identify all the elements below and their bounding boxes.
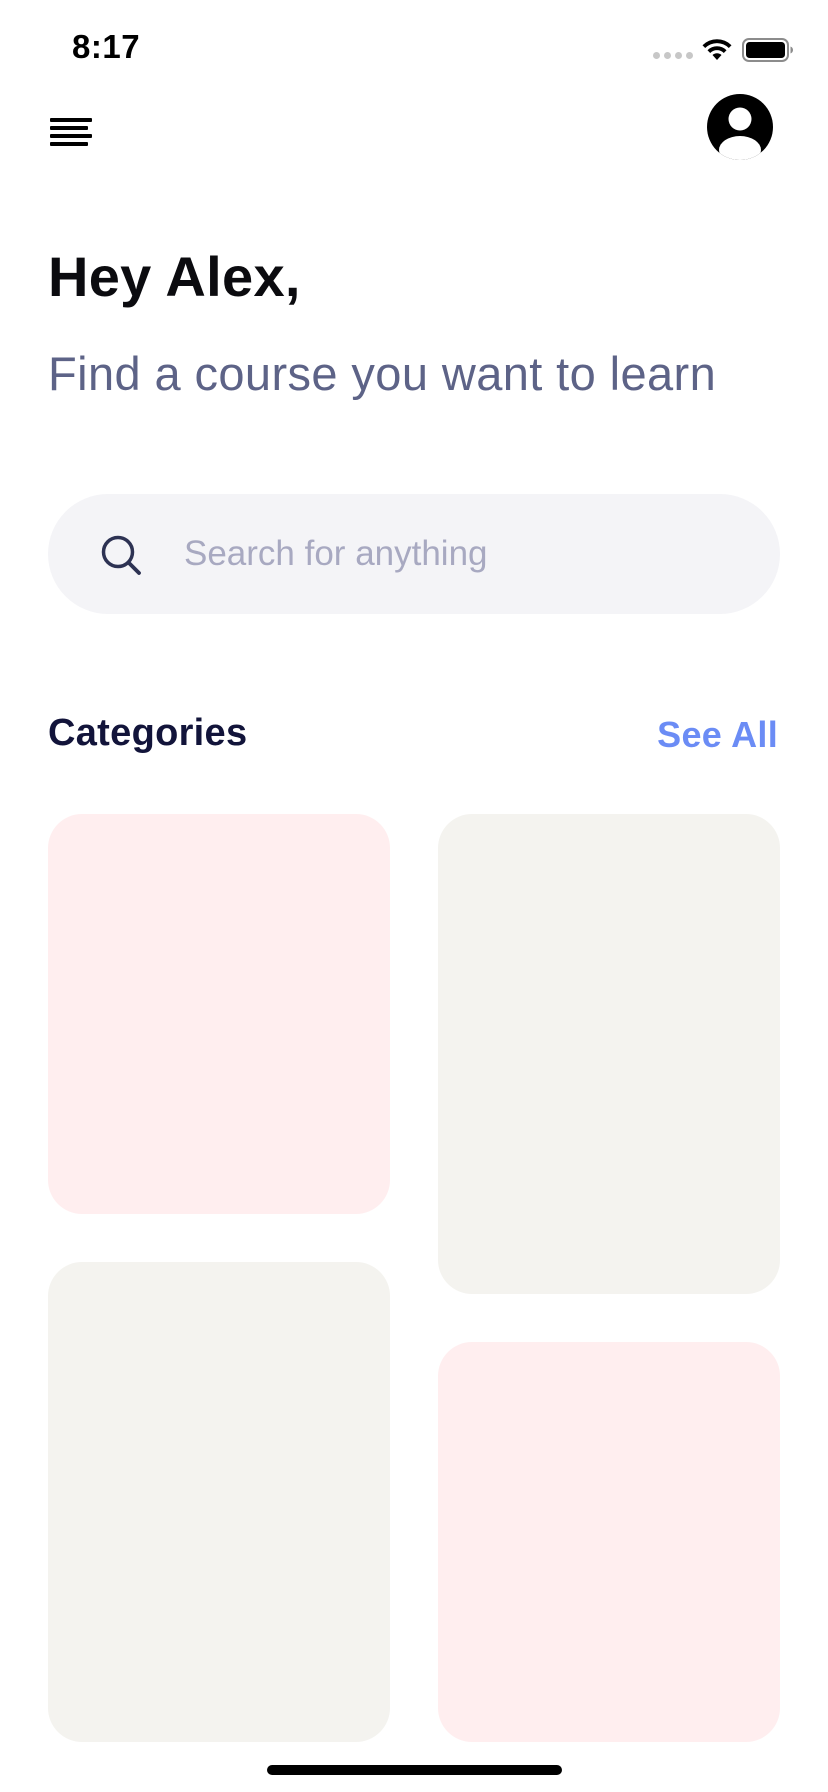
battery-icon bbox=[742, 38, 793, 62]
greeting-subtitle: Find a course you want to learn bbox=[48, 347, 717, 400]
menu-button[interactable] bbox=[50, 115, 96, 149]
category-card[interactable] bbox=[438, 1342, 780, 1742]
search-input[interactable] bbox=[184, 524, 744, 584]
status-time: 8:17 bbox=[72, 28, 141, 65]
home-indicator[interactable] bbox=[267, 1765, 562, 1775]
categories-title: Categories bbox=[48, 712, 248, 754]
profile-icon bbox=[707, 94, 773, 160]
category-card[interactable] bbox=[48, 814, 390, 1214]
category-card[interactable] bbox=[48, 1262, 390, 1742]
wifi-icon bbox=[702, 39, 732, 60]
signal-icon bbox=[653, 52, 693, 59]
search-bar[interactable] bbox=[48, 494, 780, 614]
menu-icon bbox=[50, 118, 92, 146]
see-all-link[interactable]: See All bbox=[657, 714, 778, 756]
category-card[interactable] bbox=[438, 814, 780, 1294]
profile-button[interactable] bbox=[707, 94, 773, 160]
search-icon bbox=[101, 535, 141, 575]
greeting-title: Hey Alex, bbox=[48, 245, 301, 308]
status-bar: 8:17 bbox=[0, 0, 828, 96]
